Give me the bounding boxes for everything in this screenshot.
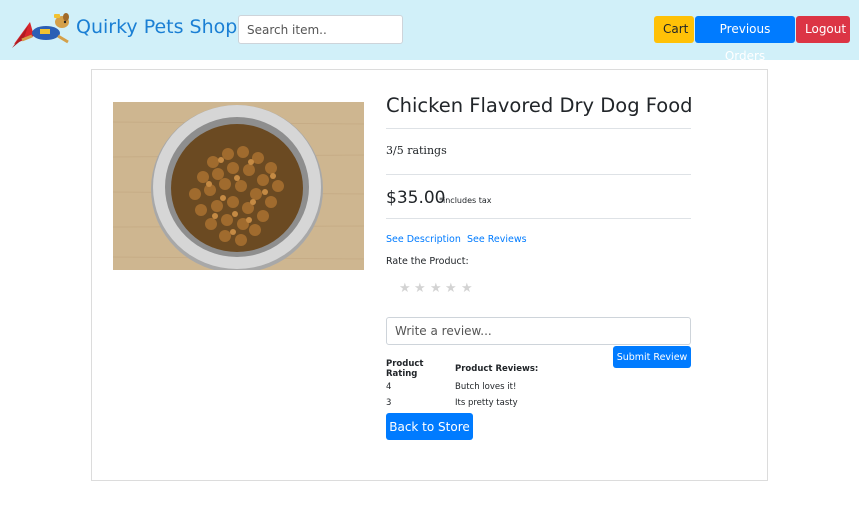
logout-button[interactable]: Logout	[796, 16, 850, 43]
product-rating-text: 3/5 ratings	[386, 144, 447, 157]
divider	[386, 218, 691, 219]
review-rating: 3	[386, 398, 392, 408]
product-image	[113, 102, 364, 270]
tax-note: *includes tax	[439, 196, 492, 205]
star-3-icon[interactable]: ★	[430, 280, 442, 296]
table-row: 3 Its pretty tasty	[386, 395, 538, 411]
star-1-icon[interactable]: ★	[399, 280, 411, 296]
see-description-link[interactable]: See Description	[386, 234, 461, 245]
table-row: 4 Butch loves it!	[386, 379, 538, 395]
navbar: Quirky Pets Shoppe Cart Previous Orders …	[0, 0, 859, 63]
reviews-column-header: Product Reviews:	[455, 364, 539, 374]
star-4-icon[interactable]: ★	[445, 280, 457, 296]
product-price: $35.00	[386, 188, 446, 208]
product-title: Chicken Flavored Dry Dog Food	[386, 94, 693, 117]
star-5-icon[interactable]: ★	[461, 280, 473, 296]
reviews-table: Product Rating Product Reviews: 4 Butch …	[386, 359, 538, 411]
submit-review-button[interactable]: Submit Review	[613, 346, 691, 368]
review-text: Butch loves it!	[455, 382, 517, 392]
brand-title[interactable]: Quirky Pets Shoppe	[76, 16, 261, 38]
cart-button[interactable]: Cart	[654, 16, 694, 43]
star-2-icon[interactable]: ★	[414, 280, 426, 296]
search-input[interactable]	[238, 15, 403, 44]
divider	[386, 128, 691, 129]
back-to-store-button[interactable]: Back to Store	[386, 413, 473, 440]
divider	[386, 174, 691, 175]
rating-column-header: Product Rating	[386, 359, 424, 379]
review-text: Its pretty tasty	[455, 398, 518, 408]
see-reviews-link[interactable]: See Reviews	[467, 234, 527, 245]
review-input[interactable]	[386, 317, 691, 345]
rate-product-label: Rate the Product:	[386, 256, 469, 267]
superhero-dog-logo-icon[interactable]	[10, 8, 74, 52]
review-rating: 4	[386, 382, 392, 392]
previous-orders-button[interactable]: Previous Orders	[695, 16, 795, 63]
